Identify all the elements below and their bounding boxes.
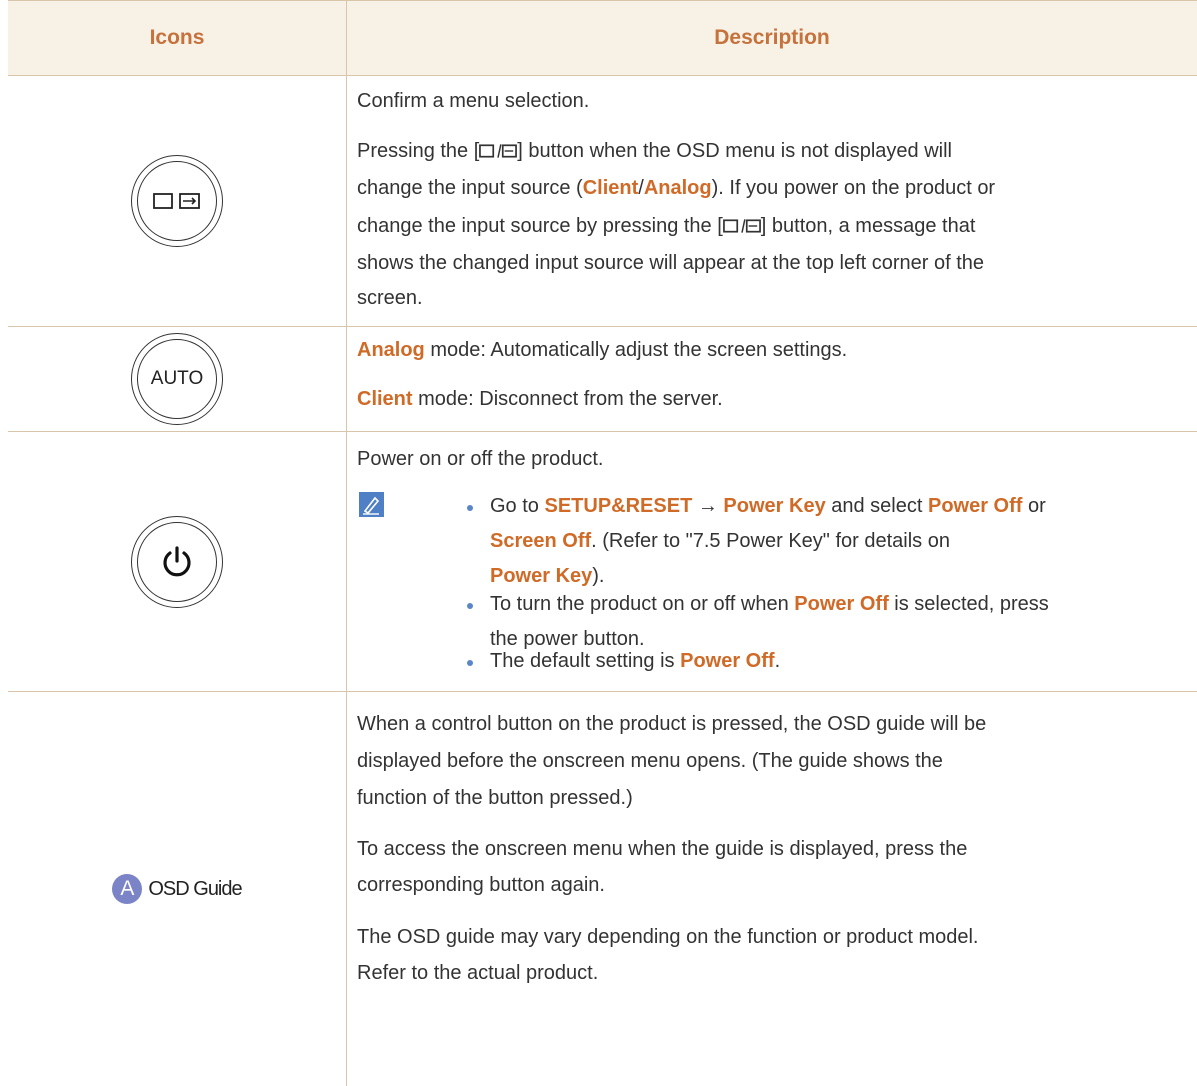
desc-line: To access the onscreen menu when the gui… [357,838,968,860]
desc-line: change the input source (Client/Analog).… [357,177,996,199]
source-enter-icon [153,193,200,209]
desc-line: Confirm a menu selection. [357,90,590,112]
icon-cell: A OSD Guide [8,692,347,1086]
desc-line: Refer to the actual product. [357,962,599,984]
desc-line: shows the changed input source will appe… [357,252,985,274]
auto-button-icon: AUTO [131,333,223,425]
source-enter-button-icon [131,155,223,247]
bullet-item: The default setting is Power Off. [490,644,1190,679]
desc-line: Client mode: Disconnect from the server. [357,388,723,410]
description-cell: Power on or off the product. Go to SETUP… [347,432,1197,691]
source-enter-inline-icon [722,219,761,233]
desc-line: When a control button on the product is … [357,713,987,735]
icon-cell [8,432,347,691]
desc-line: change the input source by pressing the … [357,215,976,237]
osd-guide-item: A OSD Guide [112,874,243,904]
icons-table: Icons Description Confirm a menu selecti… [8,0,1197,1086]
bullet [467,505,473,511]
desc-line: The OSD guide may vary depending on the … [357,926,979,948]
desc-line: displayed before the onscreen menu opens… [357,750,943,772]
desc-line: screen. [357,287,423,309]
table-row: AUTO Analog mode: Automatically adjust t… [8,327,1197,432]
table-header: Icons Description [8,0,1197,76]
description-cell: Analog mode: Automatically adjust the sc… [347,327,1197,431]
table-row: A OSD Guide When a control button on the… [8,692,1197,1086]
power-icon [163,545,191,576]
note-icon [359,492,384,517]
power-button-icon [131,515,223,608]
desc-line: function of the button pressed.) [357,787,633,809]
desc-line: Go to SETUP&RESET → Power Key and select… [490,495,1046,517]
header-icons: Icons [8,1,347,75]
desc-line: Pressing the [] button when the OSD menu… [357,140,952,162]
desc-line: The default setting is Power Off. [490,650,781,672]
desc-line: To turn the product on or off when Power… [490,593,1049,615]
bullet [467,603,473,609]
header-description: Description [714,26,830,49]
description-cell: Confirm a menu selection. Pressing the [… [347,76,1197,326]
osd-guide-label: OSD Guide [148,877,242,900]
table-row: Power on or off the product. Go to SETUP… [8,432,1197,692]
osd-guide-a-icon: A [112,874,143,904]
bullet-item: Go to SETUP&RESET → Power Key and select… [490,489,1190,594]
desc-line: Power on or off the product. [357,448,604,470]
desc-line: corresponding button again. [357,874,605,896]
desc-line: Analog mode: Automatically adjust the sc… [357,339,848,361]
icon-cell [8,76,347,326]
description-cell: When a control button on the product is … [347,692,1197,1086]
table-row: Confirm a menu selection. Pressing the [… [8,76,1197,327]
source-enter-inline-icon [479,144,518,158]
icon-cell: AUTO [8,327,347,431]
desc-line: Screen Off. (Refer to "7.5 Power Key" fo… [490,530,950,552]
auto-label: AUTO [150,368,204,389]
bullet [467,660,473,666]
